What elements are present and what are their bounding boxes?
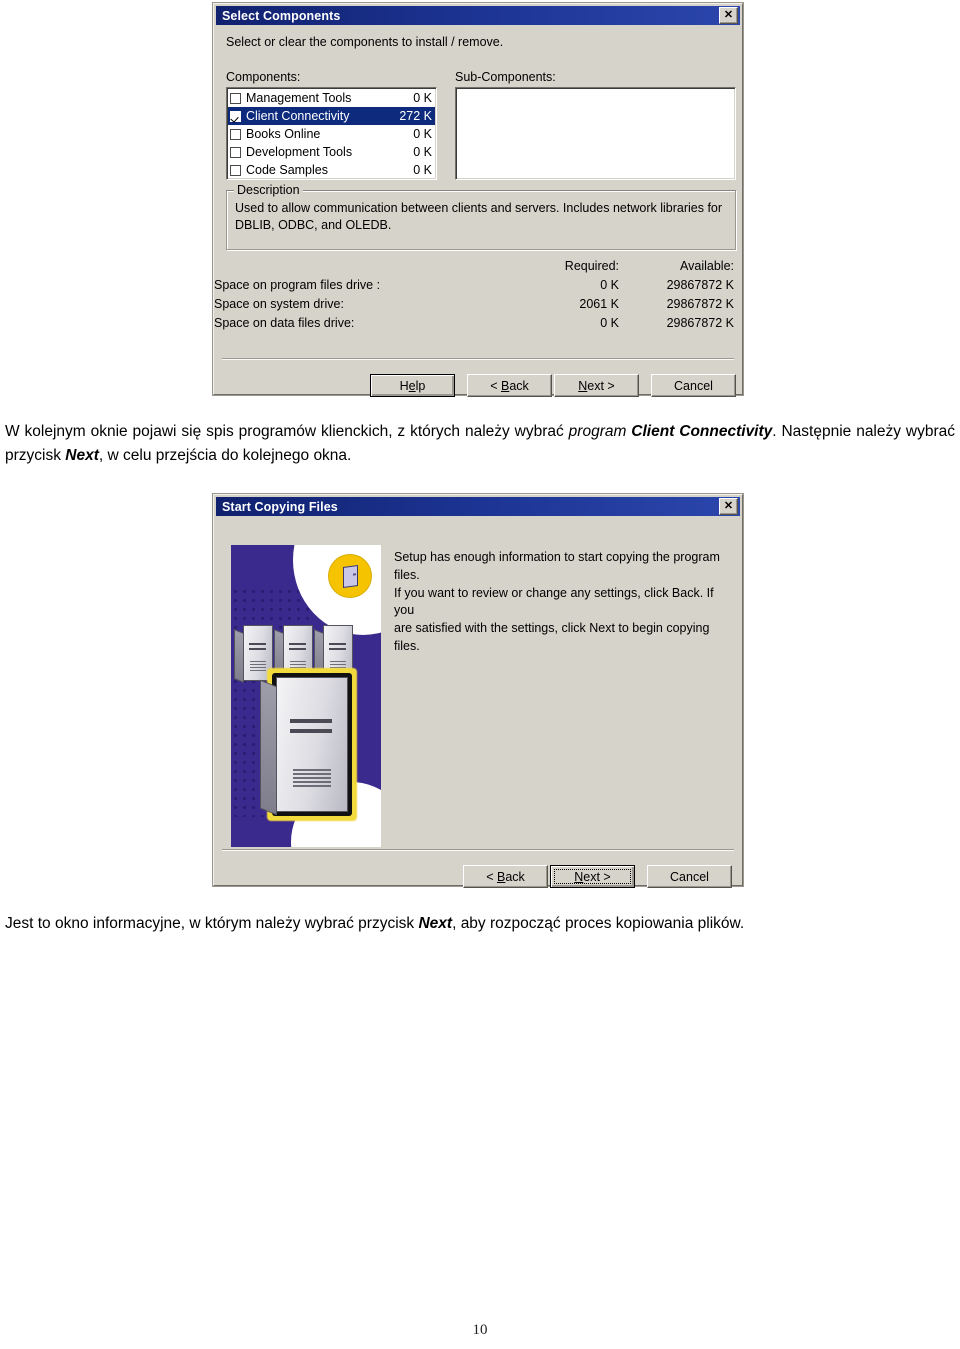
component-row[interactable]: Management Tools 0 K (228, 89, 435, 107)
dialog-select-components: Select Components ✕ Select or clear the … (213, 3, 743, 397)
subcomponents-list[interactable] (455, 87, 736, 180)
component-size: 0 K (413, 163, 432, 177)
next-button-label: Next > (578, 378, 615, 393)
back-button-label: < Back (490, 378, 529, 393)
cancel-button-label: Cancel (670, 869, 709, 884)
caption-paragraph-2: Jest to okno informacyjne, w którym nale… (5, 912, 955, 936)
titlebar-select-components[interactable]: Select Components ✕ (216, 6, 740, 25)
copy-message-line: are satisfied with the settings, click N… (394, 621, 710, 653)
checkbox-icon[interactable] (230, 146, 241, 158)
close-icon[interactable]: ✕ (719, 498, 738, 515)
component-row[interactable]: Books Online 0 K (228, 125, 435, 143)
space-row-label: Space on program files drive : (214, 278, 381, 292)
help-button-label: Help (399, 378, 426, 393)
back-button[interactable]: < Back (463, 865, 548, 888)
dialog-start-copying-files: Start Copying Files ✕ Setup has enough i… (213, 494, 743, 888)
space-row-available: 29867872 K (666, 316, 734, 330)
highlighted-server-icon (260, 668, 357, 821)
back-button[interactable]: < Back (467, 374, 552, 397)
checkbox-icon[interactable] (230, 128, 241, 140)
page-number: 10 (472, 1322, 488, 1338)
component-size: 0 K (413, 127, 432, 141)
components-label: Components: (226, 70, 301, 84)
checkbox-icon[interactable] (230, 92, 241, 104)
caption1-run1: W kolejnym oknie pojawi się spis program… (5, 423, 569, 440)
caption1-run6: , w celu przejścia do kolejnego okna. (98, 447, 352, 465)
instruction-text: Select or clear the components to instal… (226, 35, 504, 49)
checkbox-icon[interactable] (230, 164, 241, 176)
help-button[interactable]: Help (370, 374, 455, 397)
description-text: Used to allow communication between clie… (235, 201, 723, 232)
space-row: Space on program files drive : 0 K 2986787… (214, 278, 742, 292)
component-row[interactable]: Client Connectivity 272 K (228, 107, 435, 125)
component-size: 0 K (413, 91, 432, 105)
component-size: 0 K (413, 145, 432, 159)
dialog-title: Select Components (222, 8, 341, 23)
next-button[interactable]: Next > (554, 374, 639, 397)
component-name: Client Connectivity (246, 109, 350, 123)
copy-message-line: If you want to review or change any sett… (394, 585, 714, 618)
caption2-run3: , aby rozpocząć proces kopiowania plików… (452, 915, 745, 932)
space-row: Space on data files drive: 0 K 29867872 K (214, 316, 742, 330)
copy-message-line: Setup has enough information to start co… (394, 550, 720, 582)
component-size: 272 K (399, 109, 432, 123)
next-button-label: Next > (574, 869, 611, 884)
footer-divider (222, 358, 734, 360)
space-row: Space on system drive: 2061 K 29867872 K (214, 297, 742, 311)
copy-message: Setup has enough information to start co… (394, 549, 724, 656)
space-row-required: 0 K (600, 278, 619, 292)
caption-paragraph-1: W kolejnym oknie pojawi się spis program… (5, 420, 955, 468)
component-name: Development Tools (246, 145, 353, 159)
server-badge-icon (329, 555, 371, 597)
cancel-button-label: Cancel (674, 378, 713, 393)
component-name: Management Tools (246, 91, 352, 105)
subcomponents-label: Sub-Components: (455, 70, 556, 84)
component-row[interactable]: Code Samples 0 K (228, 161, 435, 179)
space-row-required: 2061 K (579, 297, 619, 311)
titlebar-start-copying[interactable]: Start Copying Files ✕ (216, 497, 740, 516)
space-row-available: 29867872 K (666, 278, 734, 292)
component-name: Books Online (246, 127, 321, 141)
dialog2-button-row: < Back Next > Cancel (463, 865, 732, 888)
badge-server-glyph (342, 564, 358, 588)
close-icon[interactable]: ✕ (719, 7, 738, 24)
back-button-label: < Back (486, 869, 525, 884)
dialog1-button-row: Help < Back Next > Cancel (370, 374, 736, 397)
space-row-required: 0 K (600, 316, 619, 330)
dialog2-title: Start Copying Files (222, 499, 338, 514)
space-row-available: 29867872 K (666, 297, 734, 311)
space-col-required: Required: (564, 259, 619, 273)
cancel-button[interactable]: Cancel (647, 865, 732, 888)
space-row-label: Space on system drive: (214, 297, 344, 311)
space-table: Required: Available: Space on program fi… (214, 259, 742, 330)
caption2-run1: Jest to okno informacyjne, w którym nale… (5, 915, 419, 932)
space-col-available: Available: (680, 259, 734, 273)
component-row[interactable]: Development Tools 0 K (228, 143, 435, 161)
next-button[interactable]: Next > (550, 865, 635, 888)
component-name: Code Samples (246, 163, 328, 177)
description-group-title: Description (234, 183, 303, 197)
cancel-button[interactable]: Cancel (651, 374, 736, 397)
caption1-run2: program (568, 423, 632, 440)
description-group: Description Used to allow communication … (226, 183, 736, 250)
caption2-run2: Next (418, 915, 453, 932)
space-row-label: Space on data files drive: (214, 316, 355, 330)
setup-splash-graphic (231, 545, 381, 847)
footer-divider (222, 849, 734, 851)
components-list[interactable]: Management Tools 0 K Client Connectivity 27… (226, 87, 437, 180)
caption1-run3: Client Connectivity (631, 423, 773, 440)
checkbox-icon[interactable] (230, 110, 241, 122)
caption1-run5: Next (65, 447, 99, 465)
